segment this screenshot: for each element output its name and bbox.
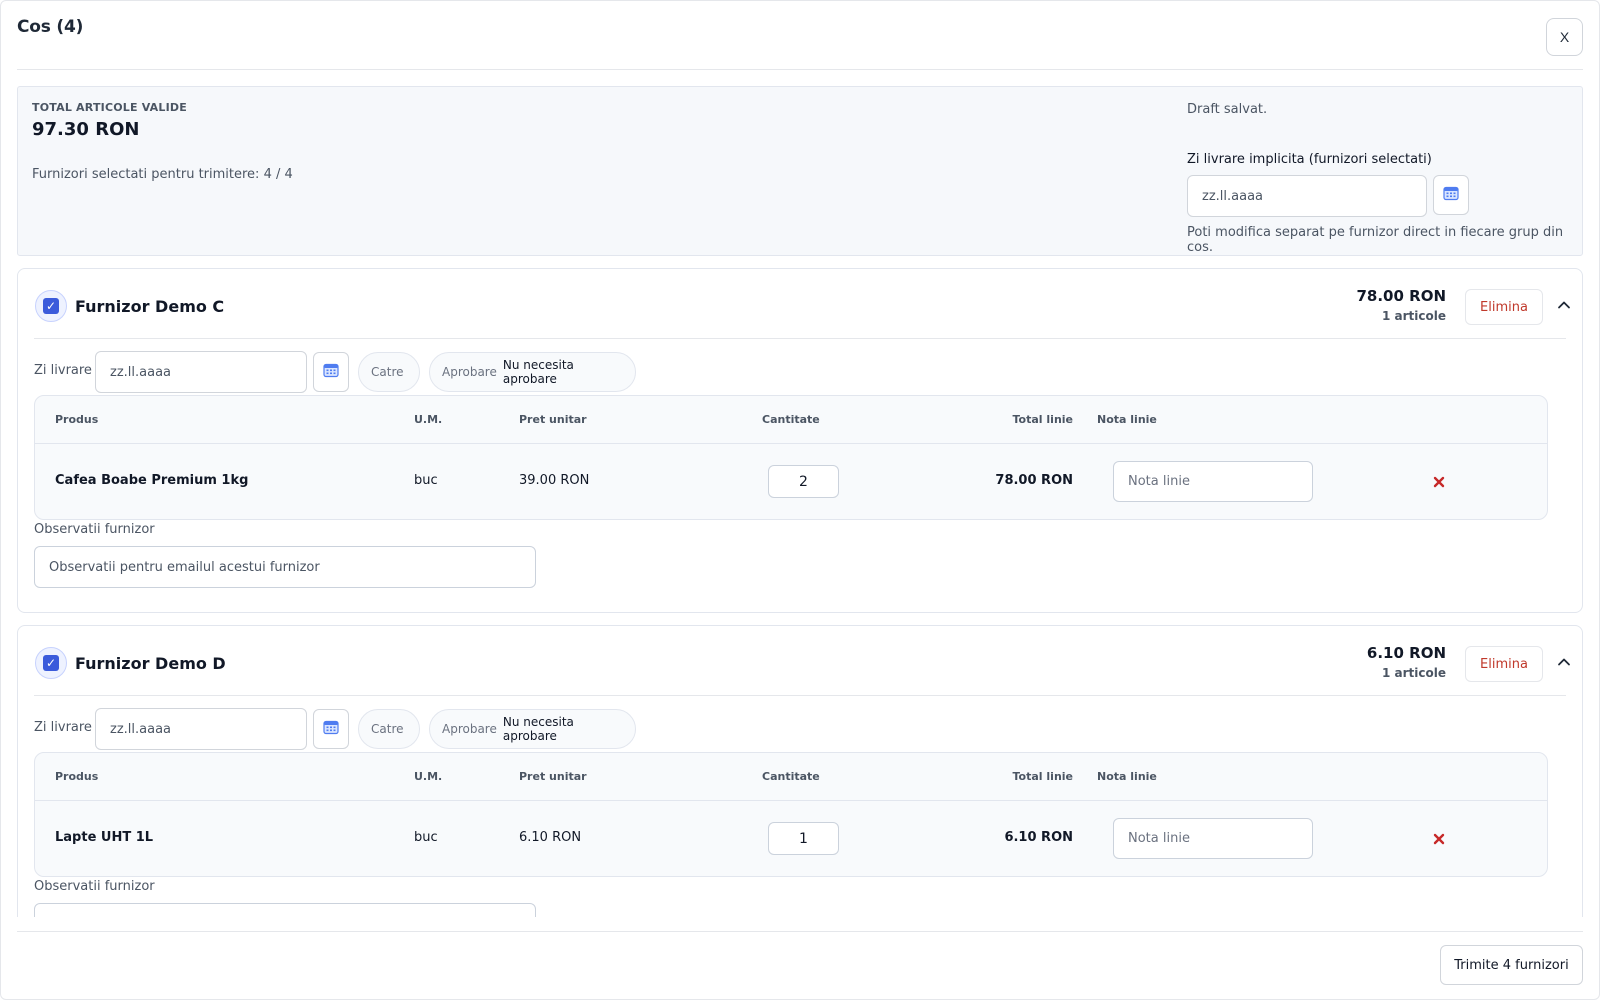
supplier-name: Furnizor Demo C	[75, 297, 225, 316]
modal-footer: Trimite 4 furnizori	[17, 931, 1583, 999]
table-row: Cafea Boabe Premium 1kg buc 39.00 RON 78…	[35, 444, 1547, 519]
product-unit-price: 39.00 RON	[519, 473, 590, 488]
col-line-total: Total linie	[1012, 413, 1073, 426]
draft-status: Draft salvat.	[1187, 102, 1268, 117]
product-um: buc	[414, 473, 438, 488]
delivery-calendar-button[interactable]	[313, 709, 349, 749]
supplier-select-checkbox[interactable]: ✓	[35, 647, 67, 679]
delivery-day-label: Zi livrare	[34, 363, 92, 378]
col-unit-price: Pret unitar	[519, 413, 587, 426]
supplier-card-header: ✓ Furnizor Demo C 78.00 RON 1 articole E…	[34, 269, 1570, 339]
default-calendar-button[interactable]	[1433, 175, 1469, 215]
col-um: U.M.	[414, 413, 443, 426]
product-name: Cafea Boabe Premium 1kg	[55, 473, 249, 488]
col-quantity: Cantitate	[762, 413, 820, 426]
col-product: Produs	[55, 770, 99, 783]
product-unit-price: 6.10 RON	[519, 830, 582, 845]
modal-header: Cos (4) X	[17, 1, 1583, 70]
approval-key: Aprobare	[442, 722, 497, 736]
quantity-input[interactable]	[768, 822, 839, 855]
approval-value: Nu necesita aprobare	[502, 358, 574, 386]
approval-pill: Aprobare Nu necesita aprobare	[429, 709, 636, 749]
default-delivery-day-label: Zi livrare implicita (furnizori selectat…	[1187, 152, 1432, 167]
table-row: Lapte UHT 1L buc 6.10 RON 6.10 RON	[35, 801, 1547, 876]
table-header: Produs U.M. Pret unitar Cantitate Total …	[35, 753, 1547, 801]
supplier-notes-label: Observatii furnizor	[34, 879, 155, 894]
supplier-notes-input[interactable]	[34, 546, 536, 588]
supplier-item-count: 1 articole	[1381, 309, 1446, 323]
col-line-note: Nota linie	[1097, 770, 1157, 783]
supplier-total: 78.00 RON	[1356, 287, 1446, 305]
remove-supplier-button[interactable]: Elimina	[1465, 646, 1543, 682]
total-value: 97.30 RON	[32, 119, 140, 140]
supplier-total-block: 6.10 RON 1 articole	[1367, 644, 1446, 680]
suppliers-selected-count: Furnizori selectati pentru trimitere: 4 …	[32, 167, 293, 182]
chevron-up-icon[interactable]	[1554, 295, 1574, 315]
delivery-row: Zi livrare Catre Aprobare Nu necesita ap…	[34, 351, 834, 393]
supplier-card: ✓ Furnizor Demo C 78.00 RON 1 articole E…	[17, 268, 1583, 613]
supplier-notes-label: Observatii furnizor	[34, 522, 155, 537]
cart-summary-panel: TOTAL ARTICOLE VALIDE 97.30 RON Furnizor…	[17, 86, 1583, 256]
col-um: U.M.	[414, 770, 443, 783]
delivery-row: Zi livrare Catre Aprobare Nu necesita ap…	[34, 708, 834, 750]
recipient-pill[interactable]: Catre	[358, 709, 420, 749]
calendar-icon	[1443, 185, 1459, 205]
delivery-day-label: Zi livrare	[34, 720, 92, 735]
recipient-placeholder: Catre	[371, 365, 404, 379]
close-x-icon[interactable]	[1431, 474, 1447, 490]
modal-body[interactable]: TOTAL ARTICOLE VALIDE 97.30 RON Furnizor…	[17, 86, 1583, 917]
product-name: Lapte UHT 1L	[55, 830, 154, 845]
cart-modal: Cos (4) X TOTAL ARTICOLE VALIDE 97.30 RO…	[0, 0, 1600, 1000]
supplier-card: ✓ Furnizor Demo D 6.10 RON 1 articole El…	[17, 625, 1583, 917]
line-note-input[interactable]	[1113, 818, 1313, 859]
recipient-placeholder: Catre	[371, 722, 404, 736]
modal-title: Cos (4)	[17, 17, 84, 37]
check-icon: ✓	[43, 655, 59, 671]
product-um: buc	[414, 830, 438, 845]
col-line-total: Total linie	[1012, 770, 1073, 783]
calendar-icon	[323, 719, 339, 739]
line-note-input[interactable]	[1113, 461, 1313, 502]
default-delivery-hint: Poti modifica separat pe furnizor direct…	[1187, 225, 1564, 255]
close-x-icon[interactable]	[1431, 831, 1447, 847]
delivery-calendar-button[interactable]	[313, 352, 349, 392]
approval-value: Nu necesita aprobare	[502, 715, 574, 743]
default-delivery-day-input[interactable]	[1187, 175, 1427, 217]
send-suppliers-button[interactable]: Trimite 4 furnizori	[1440, 945, 1583, 985]
recipient-pill[interactable]: Catre	[358, 352, 420, 392]
supplier-name: Furnizor Demo D	[75, 654, 226, 673]
supplier-item-count: 1 articole	[1381, 666, 1446, 680]
approval-pill: Aprobare Nu necesita aprobare	[429, 352, 636, 392]
col-product: Produs	[55, 413, 99, 426]
supplier-card-header: ✓ Furnizor Demo D 6.10 RON 1 articole El…	[34, 626, 1570, 696]
col-quantity: Cantitate	[762, 770, 820, 783]
supplier-total: 6.10 RON	[1366, 644, 1446, 662]
line-total: 78.00 RON	[995, 473, 1073, 488]
approval-key: Aprobare	[442, 365, 497, 379]
items-table: Produs U.M. Pret unitar Cantitate Total …	[34, 752, 1548, 877]
quantity-input[interactable]	[768, 465, 839, 498]
remove-supplier-button[interactable]: Elimina	[1465, 289, 1543, 325]
check-icon: ✓	[43, 298, 59, 314]
delivery-day-input[interactable]	[95, 351, 307, 393]
items-table: Produs U.M. Pret unitar Cantitate Total …	[34, 395, 1548, 520]
supplier-notes-input[interactable]	[34, 903, 536, 917]
calendar-icon	[323, 362, 339, 382]
delivery-day-input[interactable]	[95, 708, 307, 750]
close-button[interactable]: X	[1546, 18, 1583, 56]
line-total: 6.10 RON	[1004, 830, 1073, 845]
table-header: Produs U.M. Pret unitar Cantitate Total …	[35, 396, 1547, 444]
supplier-total-block: 78.00 RON 1 articole	[1356, 287, 1446, 323]
total-label: TOTAL ARTICOLE VALIDE	[32, 101, 187, 114]
chevron-up-icon[interactable]	[1554, 652, 1574, 672]
col-line-note: Nota linie	[1097, 413, 1157, 426]
supplier-select-checkbox[interactable]: ✓	[35, 290, 67, 322]
col-unit-price: Pret unitar	[519, 770, 587, 783]
